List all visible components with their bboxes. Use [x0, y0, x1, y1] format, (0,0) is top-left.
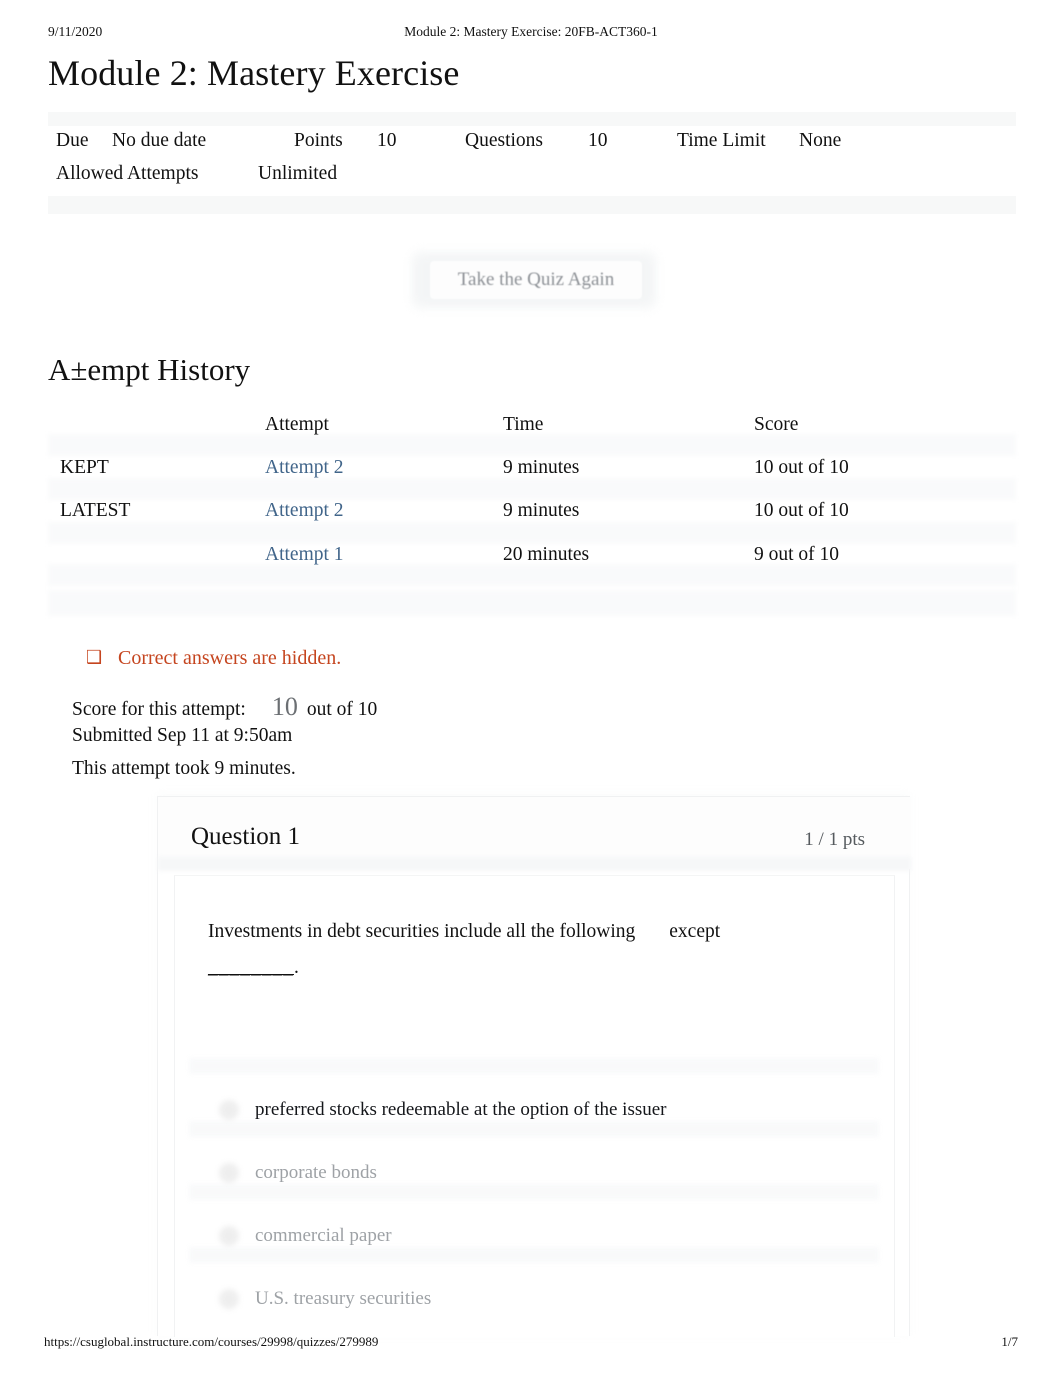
answer-label: preferred stocks redeemable at the optio… [255, 1098, 667, 1120]
question-text: Investments in debt securities include a… [208, 914, 848, 986]
score-value: 10 [271, 692, 298, 721]
time-limit-value: None [799, 130, 842, 151]
attempt-score: 10 out of 10 [754, 500, 849, 521]
answer-label: U.S. treasury securities [255, 1287, 432, 1309]
points-label: Points [294, 130, 343, 151]
attempt-flag: LATEST [60, 500, 131, 521]
points-value: 10 [377, 130, 397, 151]
score-suffix: out of 10 [306, 699, 378, 720]
hidden-answers-notice: ❑ Correct answers are hidden. [86, 644, 341, 672]
page-title: Module 2: Mastery Exercise [48, 53, 460, 93]
attempt-link[interactable]: Attempt 2 [265, 500, 344, 521]
hidden-answers-notice-text: Correct answers are hidden. [118, 646, 342, 669]
answer-option-4[interactable]: U.S. treasury securities [175, 1267, 896, 1330]
question-header: Question 1 1 / 1 pts [158, 797, 911, 871]
attempt-score-line: Score for this attempt: 10 out of 10 [72, 692, 772, 725]
answer-option-2[interactable]: corporate bonds [175, 1141, 896, 1204]
question-text-blank: ________ [208, 957, 294, 978]
questions-value: 10 [588, 130, 608, 151]
radio-button-icon[interactable] [219, 1288, 239, 1309]
column-header-time: Time [503, 414, 544, 435]
question-text-part-1: Investments in debt securities include a… [208, 921, 636, 942]
table-header-row: Attempt Time Score [48, 412, 1016, 455]
question-text-period: . [294, 957, 299, 978]
warning-icon: ❑ [86, 647, 103, 668]
take-quiz-again-button[interactable]: Take the Quiz Again [430, 261, 642, 299]
question-panel: Question 1 1 / 1 pts Investments in debt… [157, 796, 911, 1337]
radio-button-icon[interactable] [219, 1225, 239, 1246]
footer-page-number: 1/7 [1001, 1334, 1018, 1349]
attempt-score: 10 out of 10 [754, 457, 849, 478]
radio-button-icon[interactable] [219, 1162, 239, 1183]
question-text-emphasis: except [669, 921, 721, 942]
meta-band-top [48, 112, 1016, 126]
answer-label: corporate bonds [255, 1161, 377, 1183]
attempt-time: 9 minutes [503, 500, 580, 521]
column-header-score: Score [754, 414, 799, 435]
print-header: 9/11/2020 Module 2: Mastery Exercise: 20… [0, 24, 1062, 42]
row-stripe [48, 590, 1016, 616]
question-name: Question 1 [191, 823, 301, 850]
column-header-attempt: Attempt [265, 414, 329, 435]
questions-label: Questions [465, 130, 543, 151]
attempt-score: 9 out of 10 [754, 544, 840, 565]
answer-label: commercial paper [255, 1224, 392, 1246]
answer-option-3[interactable]: commercial paper [175, 1204, 896, 1267]
attempt-time: 9 minutes [503, 457, 580, 478]
attempt-time: 20 minutes [503, 544, 590, 565]
due-value: No due date [112, 130, 207, 151]
allowed-attempts-label: Allowed Attempts [56, 163, 199, 184]
retake-quiz-button-wrapper: Take the Quiz Again [412, 252, 656, 308]
footer-url: https://csuglobal.instructure.com/course… [44, 1334, 379, 1349]
score-label: Score for this attempt: [72, 699, 246, 720]
question-points: 1 / 1 pts [804, 829, 865, 850]
question-body: Investments in debt securities include a… [174, 875, 895, 1337]
table-row: Attempt 1 20 minutes 9 out of 10 [48, 542, 1016, 585]
time-limit-label: Time Limit [677, 130, 766, 151]
duration-line: This attempt took 9 minutes. [72, 758, 296, 779]
submitted-line: Submitted Sep 11 at 9:50am [72, 725, 293, 746]
table-row: LATEST Attempt 2 9 minutes 10 out of 10 [48, 498, 1016, 541]
quiz-meta-row: Due No due date Points 10 Questions 10 T… [0, 130, 1062, 194]
answer-separator [189, 1058, 879, 1074]
attempt-history-title: A±empt History [48, 352, 251, 387]
radio-button-icon[interactable] [219, 1099, 239, 1120]
allowed-attempts-value: Unlimited [258, 163, 338, 184]
meta-band-bottom [48, 196, 1016, 214]
table-row: KEPT Attempt 2 9 minutes 10 out of 10 [48, 455, 1016, 498]
attempt-link[interactable]: Attempt 1 [265, 544, 344, 565]
due-label: Due [56, 130, 89, 151]
attempt-flag: KEPT [60, 457, 109, 478]
attempt-link[interactable]: Attempt 2 [265, 457, 344, 478]
print-document-title: Module 2: Mastery Exercise: 20FB-ACT360-… [404, 24, 658, 39]
question-header-band [158, 857, 911, 871]
answer-option-1[interactable]: preferred stocks redeemable at the optio… [175, 1078, 896, 1141]
attempt-summary: Score for this attempt: 10 out of 10 Sub… [72, 692, 772, 791]
quiz-results-page: 9/11/2020 Module 2: Mastery Exercise: 20… [0, 0, 1062, 1377]
